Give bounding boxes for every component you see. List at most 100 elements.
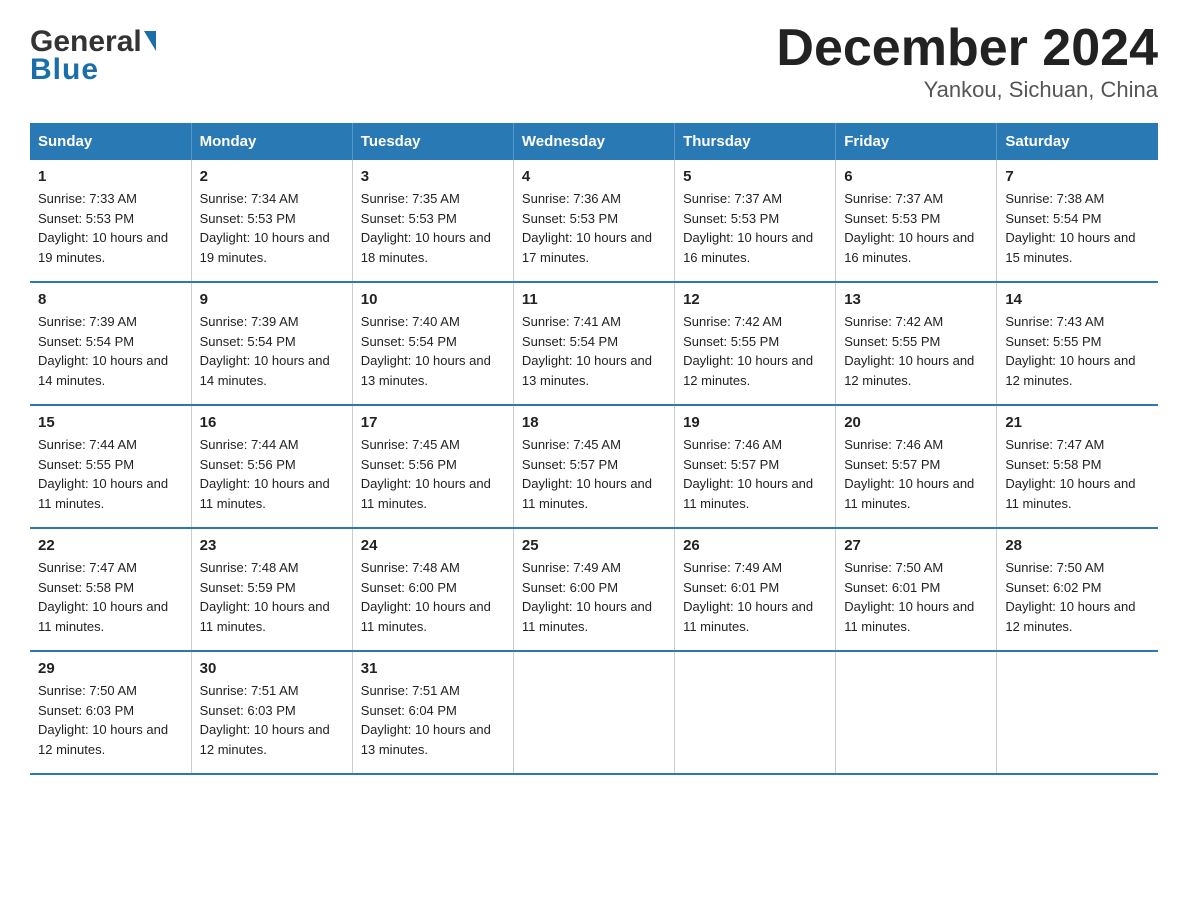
calendar-cell: 3 Sunrise: 7:35 AM Sunset: 5:53 PM Dayli…: [352, 160, 513, 282]
day-info: Sunrise: 7:34 AM Sunset: 5:53 PM Dayligh…: [200, 189, 344, 267]
calendar-cell: 19 Sunrise: 7:46 AM Sunset: 5:57 PM Dayl…: [675, 405, 836, 528]
day-number: 11: [522, 291, 666, 308]
calendar-cell: 30 Sunrise: 7:51 AM Sunset: 6:03 PM Dayl…: [191, 651, 352, 774]
calendar-cell: [836, 651, 997, 774]
day-number: 3: [361, 168, 505, 185]
day-number: 5: [683, 168, 827, 185]
header-wednesday: Wednesday: [513, 123, 674, 160]
day-number: 14: [1005, 291, 1150, 308]
calendar-week-4: 22 Sunrise: 7:47 AM Sunset: 5:58 PM Dayl…: [30, 528, 1158, 651]
calendar-cell: 24 Sunrise: 7:48 AM Sunset: 6:00 PM Dayl…: [352, 528, 513, 651]
calendar-cell: 22 Sunrise: 7:47 AM Sunset: 5:58 PM Dayl…: [30, 528, 191, 651]
day-info: Sunrise: 7:49 AM Sunset: 6:01 PM Dayligh…: [683, 558, 827, 636]
calendar-week-1: 1 Sunrise: 7:33 AM Sunset: 5:53 PM Dayli…: [30, 160, 1158, 282]
day-number: 16: [200, 414, 344, 431]
day-number: 30: [200, 660, 344, 677]
day-number: 4: [522, 168, 666, 185]
header-thursday: Thursday: [675, 123, 836, 160]
calendar-cell: 20 Sunrise: 7:46 AM Sunset: 5:57 PM Dayl…: [836, 405, 997, 528]
calendar-cell: 12 Sunrise: 7:42 AM Sunset: 5:55 PM Dayl…: [675, 282, 836, 405]
day-info: Sunrise: 7:39 AM Sunset: 5:54 PM Dayligh…: [200, 312, 344, 390]
day-number: 24: [361, 537, 505, 554]
calendar-cell: 17 Sunrise: 7:45 AM Sunset: 5:56 PM Dayl…: [352, 405, 513, 528]
day-info: Sunrise: 7:40 AM Sunset: 5:54 PM Dayligh…: [361, 312, 505, 390]
calendar-cell: 10 Sunrise: 7:40 AM Sunset: 5:54 PM Dayl…: [352, 282, 513, 405]
day-number: 9: [200, 291, 344, 308]
calendar-cell: 31 Sunrise: 7:51 AM Sunset: 6:04 PM Dayl…: [352, 651, 513, 774]
day-number: 12: [683, 291, 827, 308]
day-info: Sunrise: 7:44 AM Sunset: 5:56 PM Dayligh…: [200, 435, 344, 513]
day-info: Sunrise: 7:50 AM Sunset: 6:01 PM Dayligh…: [844, 558, 988, 636]
calendar-cell: 8 Sunrise: 7:39 AM Sunset: 5:54 PM Dayli…: [30, 282, 191, 405]
calendar-cell: 15 Sunrise: 7:44 AM Sunset: 5:55 PM Dayl…: [30, 405, 191, 528]
day-info: Sunrise: 7:51 AM Sunset: 6:04 PM Dayligh…: [361, 681, 505, 759]
day-number: 23: [200, 537, 344, 554]
day-number: 17: [361, 414, 505, 431]
calendar-cell: 11 Sunrise: 7:41 AM Sunset: 5:54 PM Dayl…: [513, 282, 674, 405]
calendar-cell: 23 Sunrise: 7:48 AM Sunset: 5:59 PM Dayl…: [191, 528, 352, 651]
page-header: General Blue December 2024 Yankou, Sichu…: [30, 20, 1158, 103]
day-number: 31: [361, 660, 505, 677]
day-info: Sunrise: 7:41 AM Sunset: 5:54 PM Dayligh…: [522, 312, 666, 390]
day-info: Sunrise: 7:47 AM Sunset: 5:58 PM Dayligh…: [38, 558, 183, 636]
calendar-cell: 29 Sunrise: 7:50 AM Sunset: 6:03 PM Dayl…: [30, 651, 191, 774]
header-monday: Monday: [191, 123, 352, 160]
calendar-cell: 4 Sunrise: 7:36 AM Sunset: 5:53 PM Dayli…: [513, 160, 674, 282]
day-number: 6: [844, 168, 988, 185]
calendar-cell: [675, 651, 836, 774]
day-info: Sunrise: 7:42 AM Sunset: 5:55 PM Dayligh…: [844, 312, 988, 390]
day-info: Sunrise: 7:50 AM Sunset: 6:02 PM Dayligh…: [1005, 558, 1150, 636]
calendar-cell: 2 Sunrise: 7:34 AM Sunset: 5:53 PM Dayli…: [191, 160, 352, 282]
day-number: 18: [522, 414, 666, 431]
logo: General Blue: [30, 20, 156, 87]
day-info: Sunrise: 7:50 AM Sunset: 6:03 PM Dayligh…: [38, 681, 183, 759]
header-saturday: Saturday: [997, 123, 1158, 160]
calendar-cell: [513, 651, 674, 774]
day-info: Sunrise: 7:39 AM Sunset: 5:54 PM Dayligh…: [38, 312, 183, 390]
page-title: December 2024: [776, 20, 1158, 77]
day-info: Sunrise: 7:44 AM Sunset: 5:55 PM Dayligh…: [38, 435, 183, 513]
day-info: Sunrise: 7:36 AM Sunset: 5:53 PM Dayligh…: [522, 189, 666, 267]
day-info: Sunrise: 7:33 AM Sunset: 5:53 PM Dayligh…: [38, 189, 183, 267]
calendar-cell: 14 Sunrise: 7:43 AM Sunset: 5:55 PM Dayl…: [997, 282, 1158, 405]
calendar-cell: 5 Sunrise: 7:37 AM Sunset: 5:53 PM Dayli…: [675, 160, 836, 282]
calendar-table: Sunday Monday Tuesday Wednesday Thursday…: [30, 123, 1158, 775]
day-number: 1: [38, 168, 183, 185]
calendar-cell: 13 Sunrise: 7:42 AM Sunset: 5:55 PM Dayl…: [836, 282, 997, 405]
page-subtitle: Yankou, Sichuan, China: [776, 77, 1158, 103]
calendar-cell: 1 Sunrise: 7:33 AM Sunset: 5:53 PM Dayli…: [30, 160, 191, 282]
day-info: Sunrise: 7:46 AM Sunset: 5:57 PM Dayligh…: [683, 435, 827, 513]
day-number: 27: [844, 537, 988, 554]
day-info: Sunrise: 7:45 AM Sunset: 5:57 PM Dayligh…: [522, 435, 666, 513]
header-friday: Friday: [836, 123, 997, 160]
day-number: 19: [683, 414, 827, 431]
day-number: 28: [1005, 537, 1150, 554]
day-info: Sunrise: 7:46 AM Sunset: 5:57 PM Dayligh…: [844, 435, 988, 513]
day-info: Sunrise: 7:37 AM Sunset: 5:53 PM Dayligh…: [844, 189, 988, 267]
day-info: Sunrise: 7:42 AM Sunset: 5:55 PM Dayligh…: [683, 312, 827, 390]
calendar-week-3: 15 Sunrise: 7:44 AM Sunset: 5:55 PM Dayl…: [30, 405, 1158, 528]
calendar-cell: [997, 651, 1158, 774]
logo-triangle-icon: [144, 31, 156, 51]
day-number: 26: [683, 537, 827, 554]
calendar-cell: 16 Sunrise: 7:44 AM Sunset: 5:56 PM Dayl…: [191, 405, 352, 528]
day-info: Sunrise: 7:35 AM Sunset: 5:53 PM Dayligh…: [361, 189, 505, 267]
calendar-cell: 18 Sunrise: 7:45 AM Sunset: 5:57 PM Dayl…: [513, 405, 674, 528]
day-info: Sunrise: 7:51 AM Sunset: 6:03 PM Dayligh…: [200, 681, 344, 759]
title-block: December 2024 Yankou, Sichuan, China: [776, 20, 1158, 103]
calendar-week-5: 29 Sunrise: 7:50 AM Sunset: 6:03 PM Dayl…: [30, 651, 1158, 774]
calendar-cell: 28 Sunrise: 7:50 AM Sunset: 6:02 PM Dayl…: [997, 528, 1158, 651]
day-info: Sunrise: 7:48 AM Sunset: 5:59 PM Dayligh…: [200, 558, 344, 636]
calendar-cell: 21 Sunrise: 7:47 AM Sunset: 5:58 PM Dayl…: [997, 405, 1158, 528]
calendar-cell: 7 Sunrise: 7:38 AM Sunset: 5:54 PM Dayli…: [997, 160, 1158, 282]
day-number: 10: [361, 291, 505, 308]
day-number: 25: [522, 537, 666, 554]
day-number: 15: [38, 414, 183, 431]
day-info: Sunrise: 7:38 AM Sunset: 5:54 PM Dayligh…: [1005, 189, 1150, 267]
calendar-cell: 26 Sunrise: 7:49 AM Sunset: 6:01 PM Dayl…: [675, 528, 836, 651]
day-number: 8: [38, 291, 183, 308]
day-number: 21: [1005, 414, 1150, 431]
day-number: 13: [844, 291, 988, 308]
day-number: 22: [38, 537, 183, 554]
day-number: 2: [200, 168, 344, 185]
